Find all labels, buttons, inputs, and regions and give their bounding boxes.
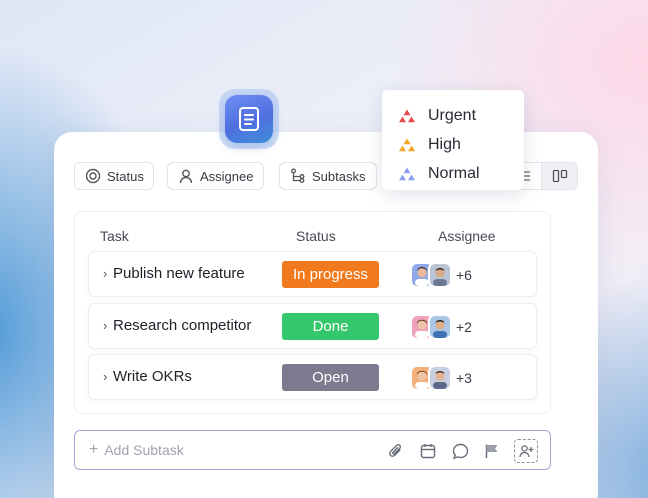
attachment-icon[interactable] [386,440,406,462]
column-header-assignee: Assignee [438,228,496,244]
assignee-count: +2 [456,319,472,335]
comment-icon[interactable] [450,440,470,462]
avatar [428,365,452,391]
document-icon[interactable] [225,95,273,143]
assign-user-icon[interactable] [514,439,538,463]
task-name: Publish new feature [113,265,245,282]
column-header-status: Status [296,228,336,244]
plus-icon: + [89,441,99,458]
status-badge[interactable]: Open [282,364,379,391]
task-name: Research competitor [113,317,252,334]
assignee-count: +6 [456,267,472,283]
assignee-avatars[interactable]: +2 [410,313,472,341]
avatar [428,314,452,340]
status-icon [85,168,101,184]
assignee-filter-button[interactable]: Assignee [167,162,264,190]
priority-item-urgent[interactable]: Urgent [382,101,524,130]
expand-chevron-icon[interactable]: › [103,266,107,281]
priority-menu: Urgent High Normal [382,90,524,190]
task-name: Write OKRs [113,368,192,385]
subtasks-filter-button[interactable]: Subtasks [279,162,377,190]
task-row[interactable]: › Publish new feature In progress +6 [88,251,537,297]
priority-item-label: High [428,135,461,153]
priority-normal-icon [399,167,415,180]
priority-item-normal[interactable]: Normal [382,159,524,188]
subtask-actions [386,439,538,463]
subtasks-icon [291,168,305,183]
expand-chevron-icon[interactable]: › [103,369,107,384]
add-subtask-placeholder: Add Subtask [104,442,184,458]
user-icon [179,169,193,184]
status-badge[interactable]: Done [282,313,379,340]
priority-item-high[interactable]: High [382,130,524,159]
assignee-avatars[interactable]: +3 [410,364,472,392]
assignee-filter-label: Assignee [200,168,254,184]
calendar-icon[interactable] [418,440,438,462]
board-view-button[interactable] [541,163,577,189]
app-icon-halo [219,89,279,149]
flag-icon[interactable] [482,440,502,462]
status-badge[interactable]: In progress [282,261,379,288]
assignee-count: +3 [456,370,472,386]
task-row[interactable]: › Write OKRs Open +3 [88,354,537,400]
priority-item-label: Urgent [428,106,477,124]
subtasks-filter-label: Subtasks [312,168,366,184]
avatar [428,262,452,288]
assignee-avatars[interactable]: +6 [410,261,472,289]
column-header-task: Task [100,228,129,244]
expand-chevron-icon[interactable]: › [103,318,107,333]
status-filter-button[interactable]: Status [74,162,154,190]
task-row[interactable]: › Research competitor Done +2 [88,303,537,349]
board-icon [552,169,567,183]
priority-high-icon [399,138,415,151]
add-subtask-input[interactable]: + Add Subtask [74,430,551,470]
status-filter-label: Status [107,168,144,184]
priority-urgent-icon [399,109,415,122]
priority-item-label: Normal [428,164,480,182]
